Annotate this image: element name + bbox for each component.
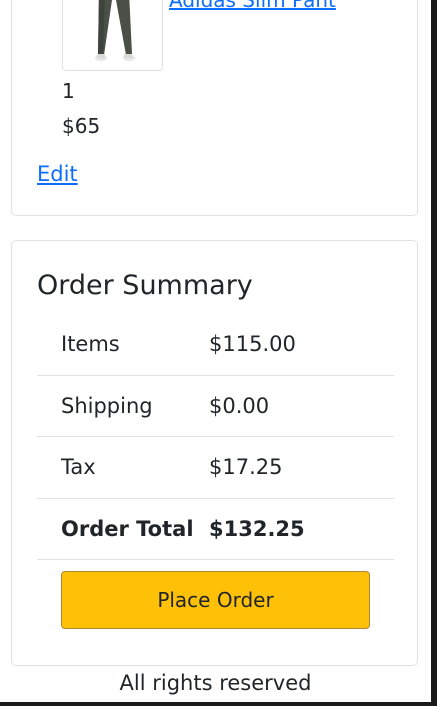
summary-value: $0.00 [209,393,270,418]
order-items-card: Adidas Slim Pant 1 $65 Edit [11,0,418,216]
edit-items-link[interactable]: Edit [37,162,78,186]
summary-label: Order Total [61,516,194,541]
product-thumbnail[interactable] [62,0,163,71]
pants-image-icon [63,0,162,70]
summary-label: Tax [61,455,96,480]
item-price: $65 [62,114,101,138]
summary-row-shipping: Shipping $0.00 [37,376,394,437]
item-quantity: 1 [62,79,75,103]
window-edge-bottom [0,702,437,706]
order-summary-title: Order Summary [37,270,253,301]
order-summary-card: Order Summary Items $115.00 Shipping $0.… [11,240,418,666]
order-summary-list: Items $115.00 Shipping $0.00 Tax $17.25 … [37,314,394,560]
summary-row-items: Items $115.00 [37,314,394,376]
footer-text: All rights reserved [119,671,312,695]
summary-row-tax: Tax $17.25 [37,437,394,499]
summary-value: $115.00 [209,332,296,357]
summary-value: $132.25 [209,516,305,541]
summary-label: Items [61,332,120,357]
summary-label: Shipping [61,393,153,418]
summary-value: $17.25 [209,455,283,480]
summary-row-order-total: Order Total $132.25 [37,499,394,560]
place-order-button[interactable]: Place Order [61,571,370,629]
window-edge [431,0,437,706]
product-name-link[interactable]: Adidas Slim Pant [169,0,336,12]
